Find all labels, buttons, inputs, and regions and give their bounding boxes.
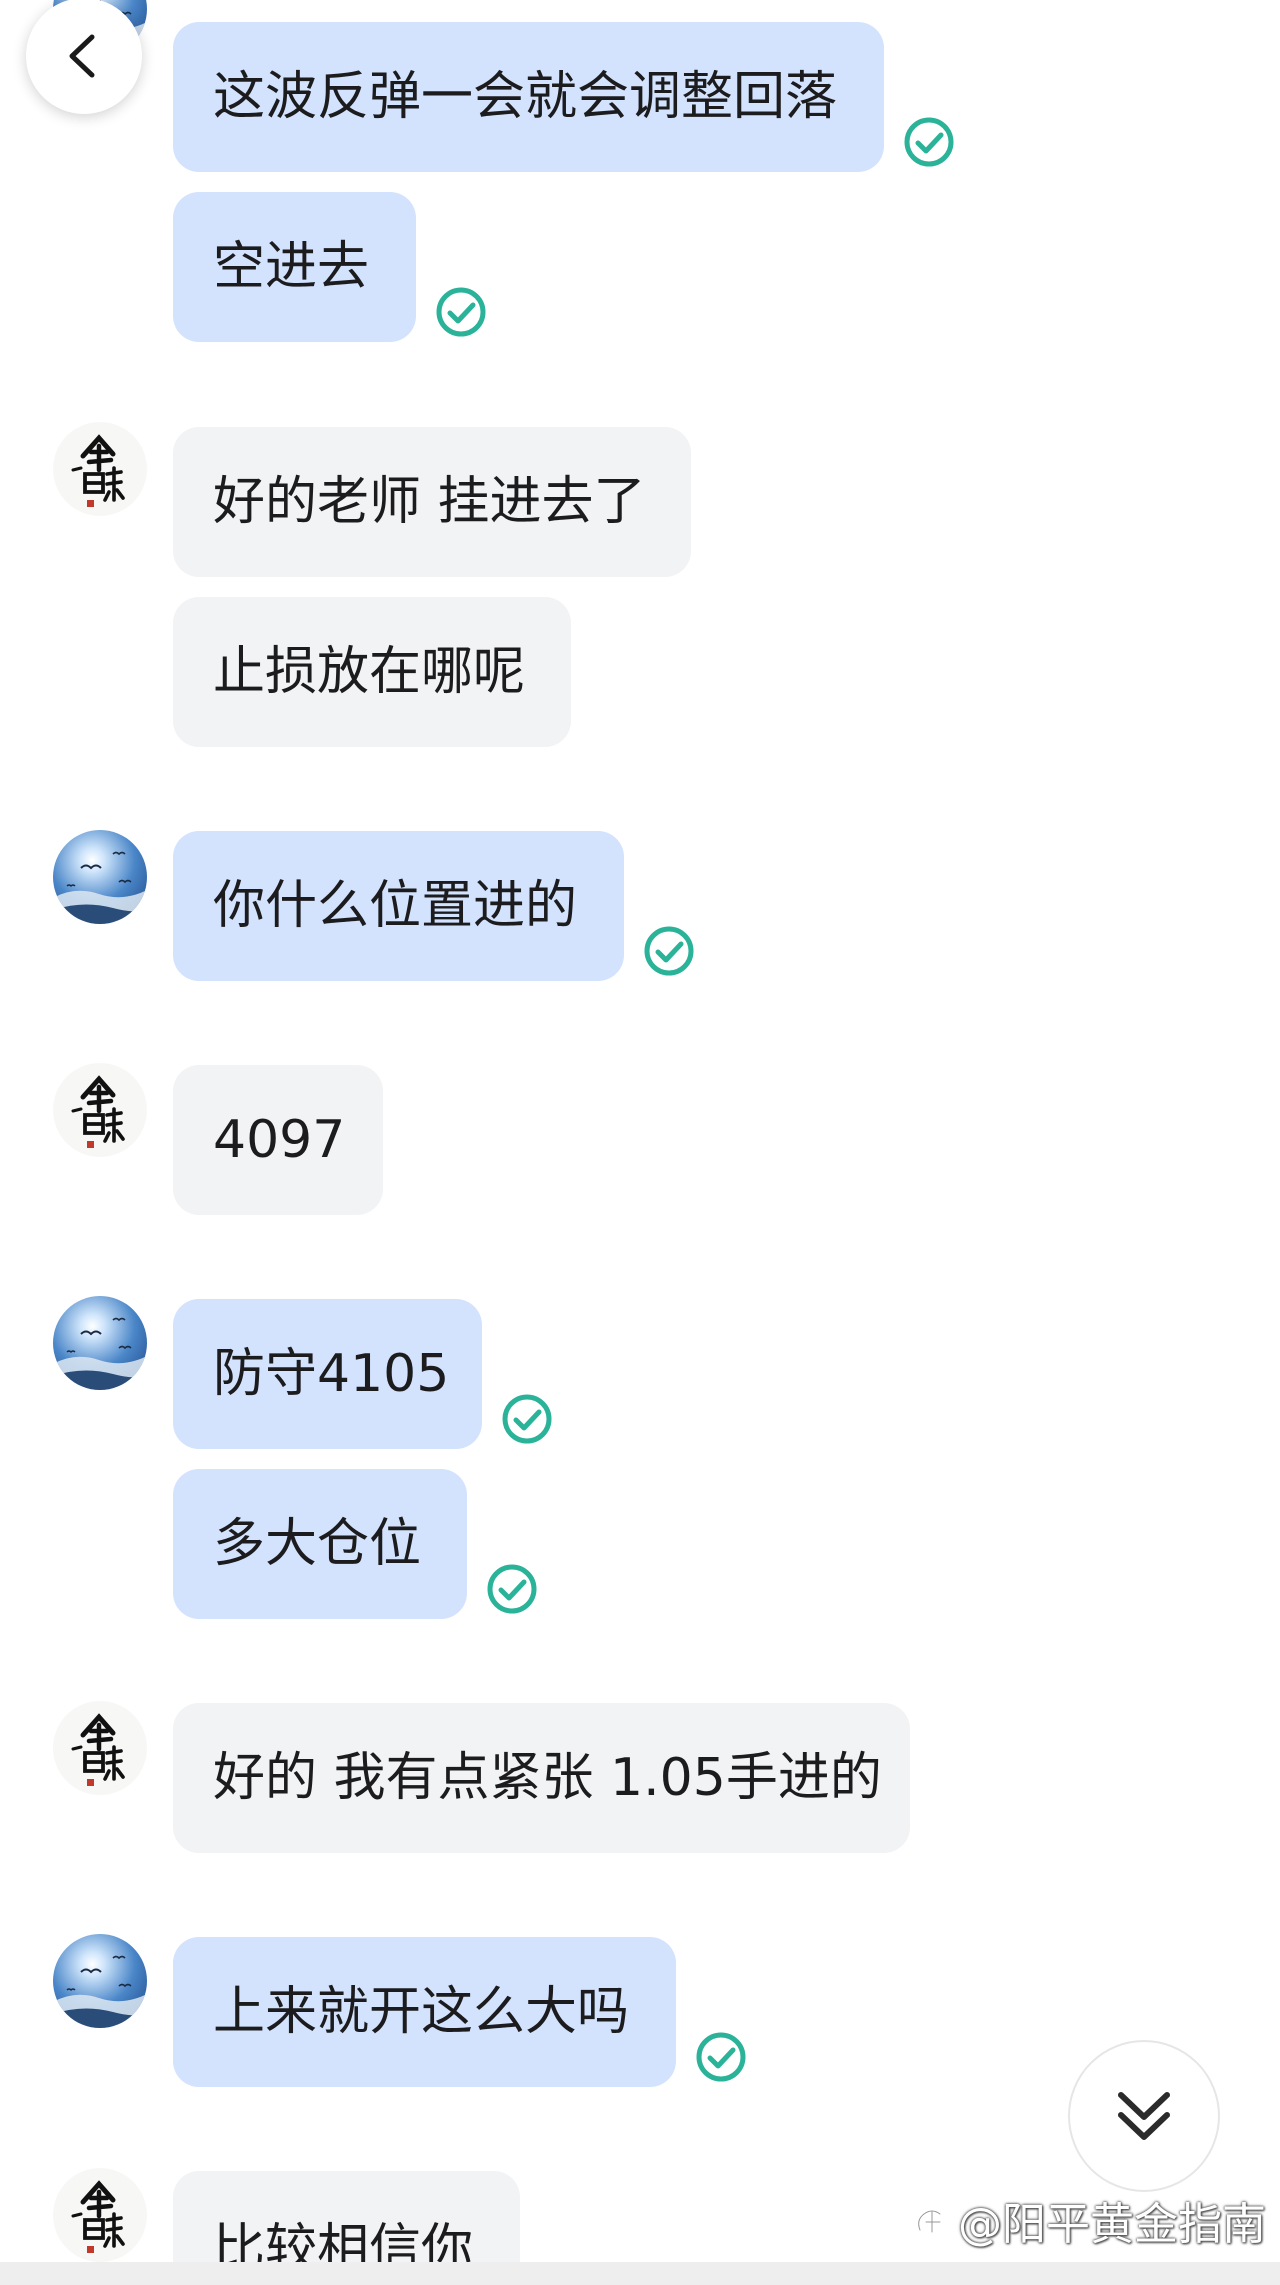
message-bubble[interactable]: 止损放在哪呢: [173, 597, 571, 747]
sky-birds-avatar-icon: [53, 830, 147, 924]
message-bubble[interactable]: 这波反弹一会就会调整回落: [173, 22, 884, 172]
message-bubble[interactable]: 空进去: [173, 192, 416, 342]
calligraphy-avatar-icon: [53, 422, 147, 516]
student-avatar[interactable]: [53, 1701, 147, 1795]
chat-screen: 这波反弹一会就会调整回落 空进去 好的老师 挂进去了 止损放在哪呢 你什么位置进…: [0, 0, 1280, 2285]
back-button[interactable]: [26, 0, 142, 114]
message-bubble[interactable]: 上来就开这么大吗: [173, 1937, 676, 2087]
message-bubble[interactable]: 好的 我有点紧张 1.05手进的: [173, 1703, 910, 1853]
sky-birds-avatar-icon: [53, 1934, 147, 2028]
calligraphy-avatar-icon: [53, 1063, 147, 1157]
message-text: 上来就开这么大吗: [213, 1982, 630, 2042]
teacher-avatar[interactable]: [53, 830, 147, 924]
message-bubble[interactable]: 你什么位置进的: [173, 831, 624, 981]
sky-birds-avatar-icon: [53, 1296, 147, 1390]
student-avatar[interactable]: [53, 422, 147, 516]
calligraphy-avatar-icon: [53, 1701, 147, 1795]
double-chevron-down-icon: [1118, 2092, 1170, 2140]
chevron-left-icon: [69, 34, 95, 78]
message-bubble[interactable]: 好的老师 挂进去了: [173, 427, 691, 577]
student-avatar[interactable]: [53, 2168, 147, 2262]
sent-check-icon: [501, 1393, 553, 1445]
watermark: @阳平黄金指南: [912, 2190, 1266, 2250]
message-text: 4097: [213, 1110, 346, 1170]
message-bubble[interactable]: 多大仓位: [173, 1469, 467, 1619]
message-bubble[interactable]: 防守4105: [173, 1299, 482, 1449]
teacher-avatar[interactable]: [53, 1296, 147, 1390]
bottom-strip: [0, 2262, 1280, 2285]
message-text: 好的 我有点紧张 1.05手进的: [213, 1748, 882, 1808]
scroll-to-bottom-button[interactable]: [1068, 2040, 1220, 2192]
message-bubble[interactable]: 4097: [173, 1065, 383, 1215]
sent-check-icon: [903, 116, 955, 168]
message-text: 这波反弹一会就会调整回落: [213, 67, 838, 127]
student-avatar[interactable]: [53, 1063, 147, 1157]
message-text: 你什么位置进的: [213, 876, 578, 936]
watermark-text: @阳平黄金指南: [958, 2199, 1266, 2250]
sent-check-icon: [486, 1563, 538, 1615]
message-text: 止损放在哪呢: [213, 642, 526, 702]
calligraphy-avatar-icon: [53, 2168, 147, 2262]
message-text: 空进去: [213, 237, 370, 297]
message-text: 多大仓位: [213, 1514, 422, 1574]
sent-check-icon: [643, 925, 695, 977]
sent-check-icon: [435, 286, 487, 338]
teacher-avatar[interactable]: [53, 1934, 147, 2028]
message-text: 防守4105: [213, 1344, 450, 1404]
message-text: 好的老师 挂进去了: [213, 472, 646, 532]
sent-check-icon: [695, 2031, 747, 2083]
zhihu-logo-icon: [916, 2209, 942, 2234]
